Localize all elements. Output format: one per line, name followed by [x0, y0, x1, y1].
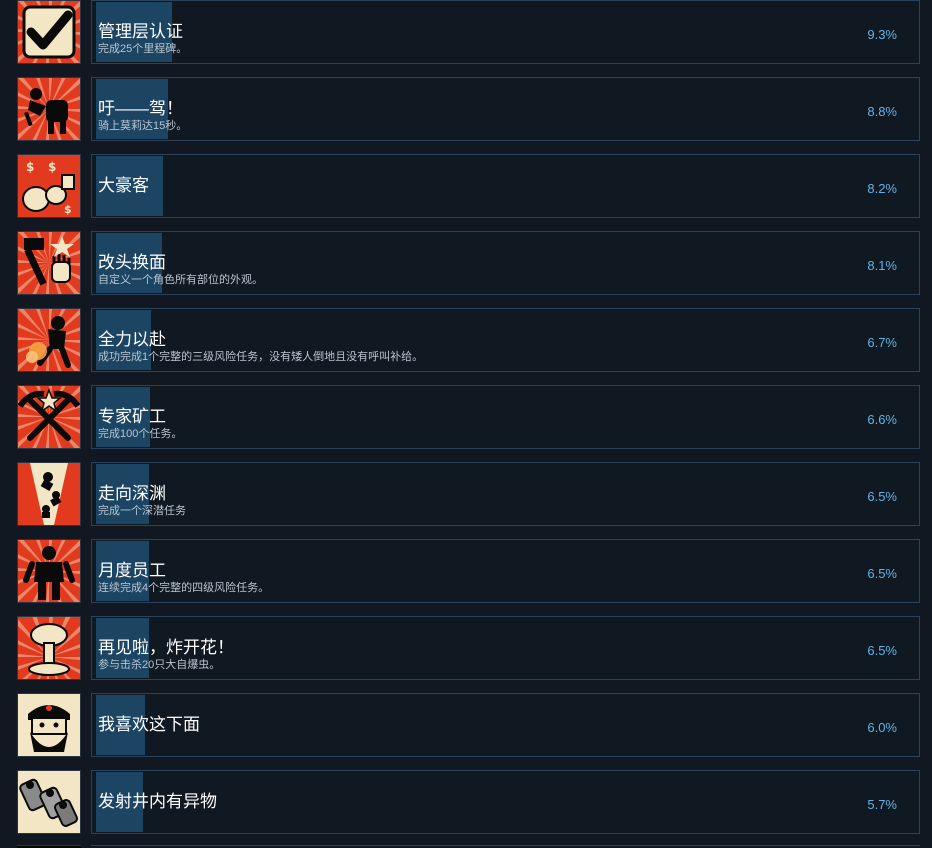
achievement-row[interactable]: 吁——驾！ 骑上莫莉达15秒。 8.8% — [0, 77, 932, 154]
achievement-title: 我喜欢这下面 — [98, 715, 200, 734]
achievement-description: 完成一个深潜任务 — [98, 505, 186, 517]
achievement-description: 完成25个里程碑。 — [98, 43, 188, 55]
bearded-dwarf-face-icon — [17, 693, 81, 757]
unlock-percentage: 6.5% — [867, 643, 897, 658]
achievement-title: 全力以赴 — [98, 330, 166, 349]
achievement-row[interactable]: 月度员工连续完成4个完整的四级风险任务。 6.5% — [0, 539, 932, 616]
achievement-title: 专家矿工 — [98, 407, 166, 426]
unlock-percentage: 6.5% — [867, 489, 897, 504]
achievement-title: 再见啦，炸开花！ — [98, 638, 234, 657]
unlock-percentage: 5.7% — [867, 797, 897, 812]
svg-text:$: $ — [64, 203, 72, 216]
unlock-percentage: 8.2% — [867, 181, 897, 196]
achievement-title: 管理层认证 — [98, 22, 183, 41]
achievement-row[interactable]: 管理层认证完成25个里程碑。 9.3% — [0, 0, 932, 77]
money-bags-icon: $ $ $ — [17, 154, 81, 218]
achievement-row[interactable]: 走向深渊完成一个深潜任务 6.5% — [0, 462, 932, 539]
achievement-description: 连续完成4个完整的四级风险任务。 — [98, 582, 270, 594]
unlock-percentage: 6.0% — [867, 720, 897, 735]
achievement-title: 吁——驾！ — [98, 99, 183, 118]
crossed-pickaxes-icon — [17, 385, 81, 449]
achievement-panel: 走向深渊完成一个深潜任务 6.5% — [91, 462, 920, 526]
unlock-percentage: 8.1% — [867, 258, 897, 273]
svg-text:$: $ — [26, 160, 34, 174]
achievement-description: 参与击杀20只大自爆虫。 — [98, 659, 221, 671]
svg-text:$: $ — [48, 160, 56, 174]
achievement-row[interactable]: 全力以赴成功完成1个完整的三级风险任务，没有矮人倒地且没有呼叫补给。 6.7% — [0, 308, 932, 385]
unlock-percentage: 8.8% — [867, 104, 897, 119]
achievement-title: 改头换面 — [98, 253, 166, 272]
achievement-panel: 改头换面自定义一个角色所有部位的外观。 8.1% — [91, 231, 920, 295]
achievement-row[interactable]: 发射井内有异物 5.7% — [0, 770, 932, 847]
achievement-panel: 专家矿工完成100个任务。 6.6% — [91, 385, 920, 449]
running-dwarf-icon — [17, 308, 81, 372]
achievement-description: 骑上莫莉达15秒。 — [98, 120, 188, 132]
achievement-panel: 发射井内有异物 5.7% — [91, 770, 920, 834]
achievement-title: 走向深渊 — [98, 484, 166, 503]
checkmark-icon — [17, 0, 81, 64]
achievement-title: 月度员工 — [98, 561, 166, 580]
achievement-row[interactable]: 我喜欢这下面 6.0% — [0, 693, 932, 770]
falling-dwarves-icon — [17, 462, 81, 526]
achievement-panel: 全力以赴成功完成1个完整的三级风险任务，没有矮人倒地且没有呼叫补给。 6.7% — [91, 308, 920, 372]
achievement-row[interactable]: 专家矿工完成100个任务。 6.6% — [0, 385, 932, 462]
achievement-row[interactable]: $ $ $ 大豪客 8.2% — [0, 154, 932, 231]
canisters-icon — [17, 770, 81, 834]
standing-dwarf-icon — [17, 539, 81, 603]
achievement-description: 成功完成1个完整的三级风险任务，没有矮人倒地且没有呼叫补给。 — [98, 351, 424, 363]
achievement-panel: 大豪客 8.2% — [91, 154, 920, 218]
achievement-panel: 月度员工连续完成4个完整的四级风险任务。 6.5% — [91, 539, 920, 603]
unlock-percentage: 6.7% — [867, 335, 897, 350]
achievement-title: 发射井内有异物 — [98, 792, 217, 811]
unlock-percentage: 6.6% — [867, 412, 897, 427]
unlock-percentage: 6.5% — [867, 566, 897, 581]
achievement-description: 完成100个任务。 — [98, 428, 183, 440]
achievement-row[interactable]: 改头换面自定义一个角色所有部位的外观。 8.1% — [0, 231, 932, 308]
achievement-panel: 再见啦，炸开花！ 参与击杀20只大自爆虫。 6.5% — [91, 616, 920, 680]
achievement-title: 大豪客 — [98, 176, 149, 195]
dwarf-riding-robot-icon — [17, 77, 81, 141]
achievement-panel: 管理层认证完成25个里程碑。 9.3% — [91, 0, 920, 64]
unlock-percentage: 9.3% — [867, 27, 897, 42]
achievement-row[interactable]: 再见啦，炸开花！ 参与击杀20只大自爆虫。 6.5% — [0, 616, 932, 693]
mushroom-cloud-icon — [17, 616, 81, 680]
hammer-and-fist-icon — [17, 231, 81, 295]
achievement-description: 自定义一个角色所有部位的外观。 — [98, 274, 263, 286]
achievement-panel: 我喜欢这下面 6.0% — [91, 693, 920, 757]
achievement-list: 管理层认证完成25个里程碑。 9.3% 吁——驾！ 骑上莫莉达15秒。 8.8% $ $ $ 大… — [0, 0, 932, 848]
achievement-panel: 吁——驾！ 骑上莫莉达15秒。 8.8% — [91, 77, 920, 141]
